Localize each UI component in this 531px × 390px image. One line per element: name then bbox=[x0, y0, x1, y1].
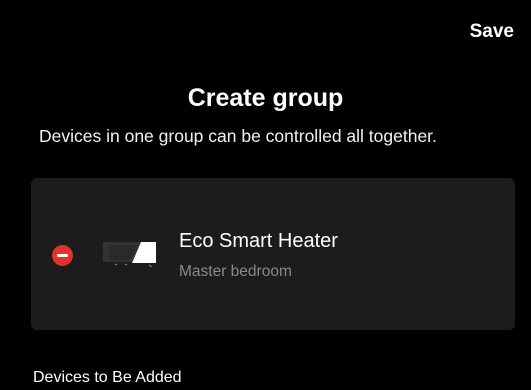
save-button[interactable]: Save bbox=[470, 20, 514, 44]
device-room: Master bedroom bbox=[179, 263, 292, 280]
page-subtitle: Devices in one group can be controlled a… bbox=[39, 126, 437, 146]
remove-device-button[interactable] bbox=[52, 245, 73, 266]
device-card: Eco Smart Heater Master bedroom bbox=[31, 178, 515, 330]
minus-icon bbox=[57, 254, 68, 257]
device-name: Eco Smart Heater bbox=[179, 230, 338, 252]
page-title: Create group bbox=[187, 84, 344, 112]
heater-thumbnail-icon bbox=[103, 242, 156, 268]
create-group-screen: Save Create group Devices in one group c… bbox=[0, 0, 531, 390]
devices-to-add-heading: Devices to Be Added bbox=[33, 369, 182, 386]
